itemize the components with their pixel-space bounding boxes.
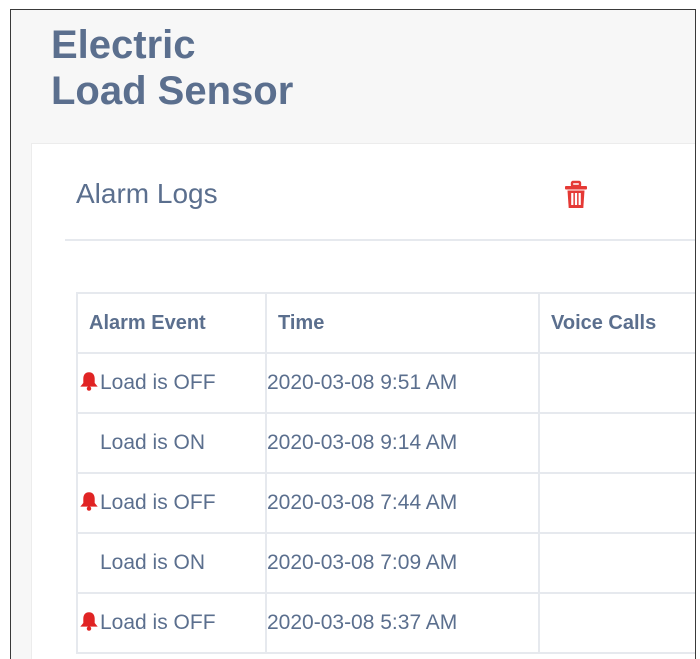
- voice-calls-cell: [538, 532, 695, 594]
- alarm-event-cell: Load is ON: [76, 532, 267, 594]
- alarm-event-label: Load is ON: [100, 551, 206, 574]
- time-cell: 2020-03-08 7:44 AM: [265, 472, 540, 534]
- page-title-line2: Load Sensor: [51, 69, 294, 113]
- alarm-event-cell: Load is ON: [76, 412, 267, 474]
- page-title: Electric Load Sensor: [51, 22, 293, 114]
- table-row[interactable]: Load is OFF 2020-03-08 7:44 AM: [76, 472, 695, 534]
- alarm-logs-table: Alarm Event Time Voice Calls Load is OFF…: [76, 292, 695, 654]
- time-cell: 2020-03-08 9:51 AM: [265, 352, 540, 414]
- alarm-event-label: Load is OFF: [100, 611, 216, 634]
- bell-icon: [78, 491, 100, 511]
- trash-icon: [565, 180, 587, 208]
- alarm-event-label: Load is ON: [100, 431, 206, 454]
- alarm-event-label: Load is OFF: [100, 491, 216, 514]
- alarm-event-cell: Load is OFF: [76, 472, 267, 534]
- table-row[interactable]: Load is ON 2020-03-08 9:14 AM: [76, 412, 695, 474]
- voice-calls-cell: [538, 412, 695, 474]
- column-header-time[interactable]: Time: [265, 292, 540, 354]
- alarm-logs-card: Alarm Logs Alarm Event Time Voice Calls: [31, 143, 695, 659]
- card-title: Alarm Logs: [76, 178, 218, 209]
- time-cell: 2020-03-08 5:37 AM: [265, 592, 540, 654]
- icon-spacer: [78, 551, 100, 571]
- alarm-event-label: Load is OFF: [100, 371, 216, 394]
- delete-logs-button[interactable]: [561, 180, 591, 210]
- table-row[interactable]: Load is ON 2020-03-08 7:09 AM: [76, 532, 695, 594]
- table-header-row: Alarm Event Time Voice Calls: [76, 292, 695, 354]
- bell-icon: [78, 371, 100, 391]
- alarm-event-cell: Load is OFF: [76, 592, 267, 654]
- time-cell: 2020-03-08 9:14 AM: [265, 412, 540, 474]
- app-frame: Electric Load Sensor Alarm Logs Alarm Eve…: [10, 9, 696, 659]
- page-title-line1: Electric: [51, 23, 196, 67]
- table-row[interactable]: Load is OFF 2020-03-08 5:37 AM: [76, 592, 695, 654]
- card-header: Alarm Logs: [65, 144, 695, 241]
- bell-icon: [78, 611, 100, 631]
- column-header-voice-calls[interactable]: Voice Calls: [538, 292, 695, 354]
- time-cell: 2020-03-08 7:09 AM: [265, 532, 540, 594]
- voice-calls-cell: [538, 592, 695, 654]
- table-row[interactable]: Load is OFF 2020-03-08 9:51 AM: [76, 352, 695, 414]
- voice-calls-cell: [538, 352, 695, 414]
- alarm-event-cell: Load is OFF: [76, 352, 267, 414]
- icon-spacer: [78, 431, 100, 451]
- column-header-alarm-event[interactable]: Alarm Event: [76, 292, 267, 354]
- voice-calls-cell: [538, 472, 695, 534]
